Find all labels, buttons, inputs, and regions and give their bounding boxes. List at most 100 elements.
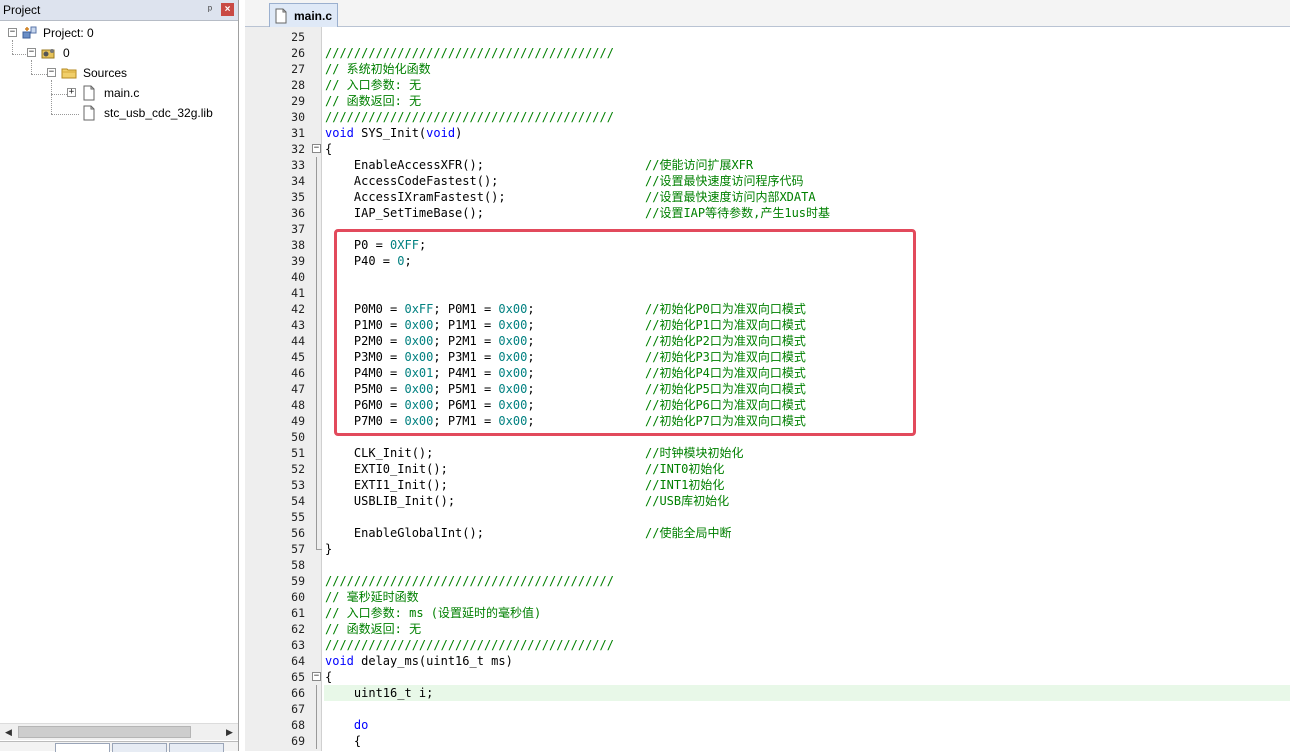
- code-line[interactable]: 35 AccessIXramFastest(); //设置最快速度访问内部XDAT…: [245, 189, 1290, 205]
- code-text: // 函数返回: 无: [325, 621, 421, 637]
- line-number: 66: [291, 686, 305, 700]
- code-line[interactable]: 60 // 毫秒延时函数: [245, 589, 1290, 605]
- code-line[interactable]: 32−{: [245, 141, 1290, 157]
- line-number: 27: [291, 62, 305, 76]
- fold-guide: [316, 285, 317, 301]
- fold-guide: [316, 221, 317, 237]
- horizontal-scrollbar[interactable]: ◀ ▶: [0, 723, 238, 740]
- line-number: 43: [291, 318, 305, 332]
- collapse-icon[interactable]: −: [27, 48, 36, 57]
- code-text: void SYS_Init(void): [325, 125, 462, 141]
- line-number: 47: [291, 382, 305, 396]
- code-line[interactable]: 59 //////////////////////////////////////…: [245, 573, 1290, 589]
- file-label-lib: stc_usb_cdc_32g.lib: [104, 106, 213, 120]
- code-line[interactable]: 69 {: [245, 733, 1290, 749]
- code-line[interactable]: 29 // 函数返回: 无: [245, 93, 1290, 109]
- line-number: 36: [291, 206, 305, 220]
- code-segment: delay_ms(uint16_t ms): [353, 654, 513, 668]
- scroll-right-icon[interactable]: ▶: [221, 724, 238, 740]
- code-segment: AccessCodeFastest();: [325, 174, 499, 188]
- code-segment: }: [325, 542, 333, 556]
- file-icon: [83, 105, 95, 121]
- fold-guide: [316, 685, 317, 701]
- code-line[interactable]: 34 AccessCodeFastest(); //设置最快速度访问程序代码: [245, 173, 1290, 189]
- line-number: 65: [291, 670, 305, 684]
- code-line[interactable]: 55: [245, 509, 1290, 525]
- tree-node-project[interactable]: − Project: 0: [0, 23, 238, 43]
- sources-label: Sources: [83, 66, 128, 80]
- line-comment: // 毫秒延时函数: [325, 590, 419, 604]
- close-icon[interactable]: ×: [221, 3, 234, 16]
- tab-main-c[interactable]: main.c: [269, 3, 338, 27]
- tree-node-target[interactable]: − 0: [0, 43, 238, 63]
- code-line[interactable]: 54 USBLIB_Init(); //USB库初始化: [245, 493, 1290, 509]
- line-number: 53: [291, 478, 305, 492]
- tab-label: main.c: [294, 9, 333, 23]
- code-line[interactable]: 58: [245, 557, 1290, 573]
- code-editor[interactable]: main.c 25 26 /////////////////////////////…: [245, 0, 1290, 751]
- code-text: USBLIB_Init();: [325, 493, 455, 509]
- code-text: {: [325, 669, 332, 685]
- code-segment: {: [325, 142, 333, 156]
- line-comment: // 系统初始化函数: [325, 62, 431, 76]
- code-line[interactable]: 56 EnableGlobalInt(); //使能全局中断: [245, 525, 1290, 541]
- fold-guide: [316, 317, 317, 333]
- tree-node-sources[interactable]: − Sources: [0, 63, 238, 83]
- line-number: 54: [291, 494, 305, 508]
- code-segment: EXTI0_Init();: [325, 462, 448, 476]
- line-number: 39: [291, 254, 305, 268]
- code-line[interactable]: 62 // 函数返回: 无: [245, 621, 1290, 637]
- code-text: ////////////////////////////////////////: [325, 109, 614, 125]
- scroll-left-icon[interactable]: ◀: [0, 724, 17, 740]
- file-icon: [275, 8, 287, 24]
- code-line[interactable]: 26 //////////////////////////////////////…: [245, 45, 1290, 61]
- code-text: EXTI1_Init();: [325, 477, 448, 493]
- code-segment: USBLIB_Init();: [325, 494, 456, 508]
- highlight-annotation-box: [334, 229, 916, 436]
- code-line[interactable]: 33 EnableAccessXFR(); //使能访问扩展XFR: [245, 157, 1290, 173]
- code-text: {: [325, 733, 361, 749]
- line-number: 57: [291, 542, 305, 556]
- code-line[interactable]: 30 //////////////////////////////////////…: [245, 109, 1290, 125]
- code-line[interactable]: 36 IAP_SetTimeBase(); //设置IAP等待参数,产生1us时基: [245, 205, 1290, 221]
- code-line[interactable]: 57}: [245, 541, 1290, 557]
- code-line[interactable]: 63 //////////////////////////////////////…: [245, 637, 1290, 653]
- fold-guide: [316, 461, 317, 477]
- pin-icon[interactable]: ᵖ: [208, 0, 212, 20]
- code-line[interactable]: 31 void SYS_Init(void): [245, 125, 1290, 141]
- line-comment: ////////////////////////////////////////: [325, 574, 614, 588]
- collapse-icon[interactable]: −: [47, 68, 56, 77]
- line-number: 59: [291, 574, 305, 588]
- code-line[interactable]: 68 do: [245, 717, 1290, 733]
- code-segment: CLK_Init();: [325, 446, 434, 460]
- fold-guide: [316, 189, 317, 205]
- code-line[interactable]: 61 // 入口参数: ms (设置延时的毫秒值): [245, 605, 1290, 621]
- code-line[interactable]: 67: [245, 701, 1290, 717]
- code-line[interactable]: 64 void delay_ms(uint16_t ms): [245, 653, 1290, 669]
- code-line[interactable]: 25: [245, 29, 1290, 45]
- line-number: 45: [291, 350, 305, 364]
- collapse-icon[interactable]: −: [8, 28, 17, 37]
- code-line[interactable]: 28 // 入口参数: 无: [245, 77, 1290, 93]
- code-segment: {: [325, 734, 362, 748]
- code-line[interactable]: 27 // 系统初始化函数: [245, 61, 1290, 77]
- code-line[interactable]: 52 EXTI0_Init(); //INT0初始化: [245, 461, 1290, 477]
- code-segment: ): [455, 126, 463, 140]
- fold-guide: [316, 205, 317, 221]
- tree-node-file[interactable]: stc_usb_cdc_32g.lib: [0, 103, 238, 123]
- code-line[interactable]: 51 CLK_Init(); //时钟模块初始化: [245, 445, 1290, 461]
- line-number: 46: [291, 366, 305, 380]
- fold-collapse-icon[interactable]: −: [312, 144, 321, 153]
- scrollbar-thumb[interactable]: [18, 726, 191, 738]
- fold-guide: [316, 365, 317, 381]
- code-line[interactable]: 53 EXTI1_Init(); //INT1初始化: [245, 477, 1290, 493]
- fold-guide: [316, 509, 317, 525]
- code-line[interactable]: 65−{: [245, 669, 1290, 685]
- code-line[interactable]: 66 uint16_t i;: [245, 685, 1290, 701]
- code-text: // 入口参数: ms (设置延时的毫秒值): [325, 605, 541, 621]
- line-number: 28: [291, 78, 305, 92]
- fold-collapse-icon[interactable]: −: [312, 672, 321, 681]
- expand-icon[interactable]: +: [67, 88, 76, 97]
- code-segment: EXTI1_Init();: [325, 478, 448, 492]
- tree-node-file[interactable]: + main.c: [0, 83, 238, 103]
